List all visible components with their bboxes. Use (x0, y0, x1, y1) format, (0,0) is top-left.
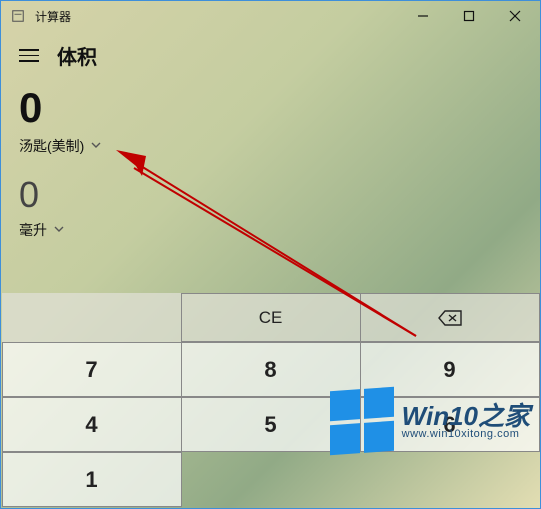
clear-entry-button[interactable]: CE (181, 293, 361, 342)
key-4[interactable]: 4 (2, 397, 182, 452)
to-value: 0 (1, 160, 540, 216)
keypad-blank (360, 452, 540, 507)
key-7[interactable]: 7 (2, 342, 182, 397)
menu-icon[interactable] (19, 49, 39, 62)
keypad-blank (181, 452, 361, 507)
chevron-down-icon (90, 138, 102, 154)
app-icon (3, 9, 33, 23)
titlebar: 计算器 (1, 1, 540, 31)
app-title: 计算器 (33, 8, 71, 25)
keypad-blank (2, 293, 182, 342)
key-8[interactable]: 8 (181, 342, 361, 397)
backspace-icon (438, 310, 462, 326)
key-5[interactable]: 5 (181, 397, 361, 452)
key-1[interactable]: 1 (2, 452, 182, 507)
backspace-button[interactable] (360, 293, 540, 342)
to-unit-selector[interactable]: 毫升 (1, 216, 540, 244)
close-button[interactable] (492, 1, 538, 31)
chevron-down-icon (53, 222, 65, 238)
to-unit-label: 毫升 (19, 220, 47, 240)
minimize-button[interactable] (400, 1, 446, 31)
key-6[interactable]: 6 (360, 397, 540, 452)
mode-title: 体积 (57, 41, 97, 70)
key-9[interactable]: 9 (360, 342, 540, 397)
maximize-button[interactable] (446, 1, 492, 31)
from-unit-label: 汤匙(美制) (19, 136, 84, 156)
header: 体积 (1, 31, 540, 78)
from-unit-selector[interactable]: 汤匙(美制) (1, 132, 540, 160)
from-value[interactable]: 0 (1, 78, 540, 132)
keypad: CE 7 8 9 4 5 6 1 (2, 293, 539, 507)
